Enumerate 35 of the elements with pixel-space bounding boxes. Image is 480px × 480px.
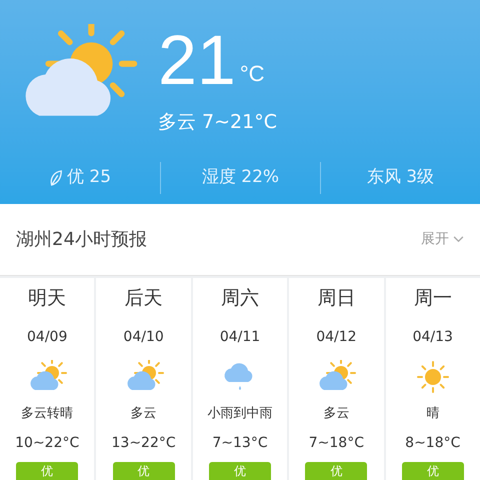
day-weather: 晴 xyxy=(426,404,440,422)
day-name: 后天 xyxy=(124,286,163,311)
day-date: 04/12 xyxy=(316,328,357,346)
day-weather: 多云 xyxy=(130,404,157,422)
stat-text: 优 25 xyxy=(66,166,112,189)
day-weather: 多云 xyxy=(323,404,350,422)
day-temperature-range: 8~18°C xyxy=(405,434,460,453)
day-date: 04/10 xyxy=(123,328,164,346)
weather-summary: 多云 7~21°C xyxy=(158,110,277,135)
stat-text: 湿度 22% xyxy=(202,166,280,189)
day-name: 明天 xyxy=(28,286,66,311)
day-date: 04/09 xyxy=(27,328,68,346)
day-temperature-range: 7~13°C xyxy=(212,434,268,453)
leaf-icon xyxy=(48,168,63,187)
air-quality-badge: 优 xyxy=(112,462,175,480)
day-name: 周日 xyxy=(317,286,356,311)
day-date: 04/11 xyxy=(220,328,260,346)
day-date: 04/13 xyxy=(412,328,453,346)
current-temperature: 21 xyxy=(158,24,236,96)
expand-button[interactable]: 展开 xyxy=(421,228,464,250)
stat-text: 东风 3级 xyxy=(366,166,434,189)
day-name: 周六 xyxy=(220,286,259,311)
air-quality-badge: 优 xyxy=(16,462,78,480)
day-name: 周一 xyxy=(414,286,452,311)
hourly-title: 湖州24小时预报 xyxy=(16,228,147,252)
air-quality-badge: 优 xyxy=(402,462,464,480)
air-quality-badge: 优 xyxy=(208,462,271,480)
air-quality-badge: 优 xyxy=(305,462,368,480)
day-temperature-range: 10~22°C xyxy=(15,434,80,453)
day-temperature-range: 13~22°C xyxy=(112,434,176,453)
temperature-unit: °C xyxy=(240,60,265,88)
day-temperature-range: 7~18°C xyxy=(308,434,364,453)
chevron-down-icon xyxy=(453,236,464,243)
day-weather: 小雨到中雨 xyxy=(207,404,272,422)
day-weather: 多云转晴 xyxy=(21,404,74,422)
